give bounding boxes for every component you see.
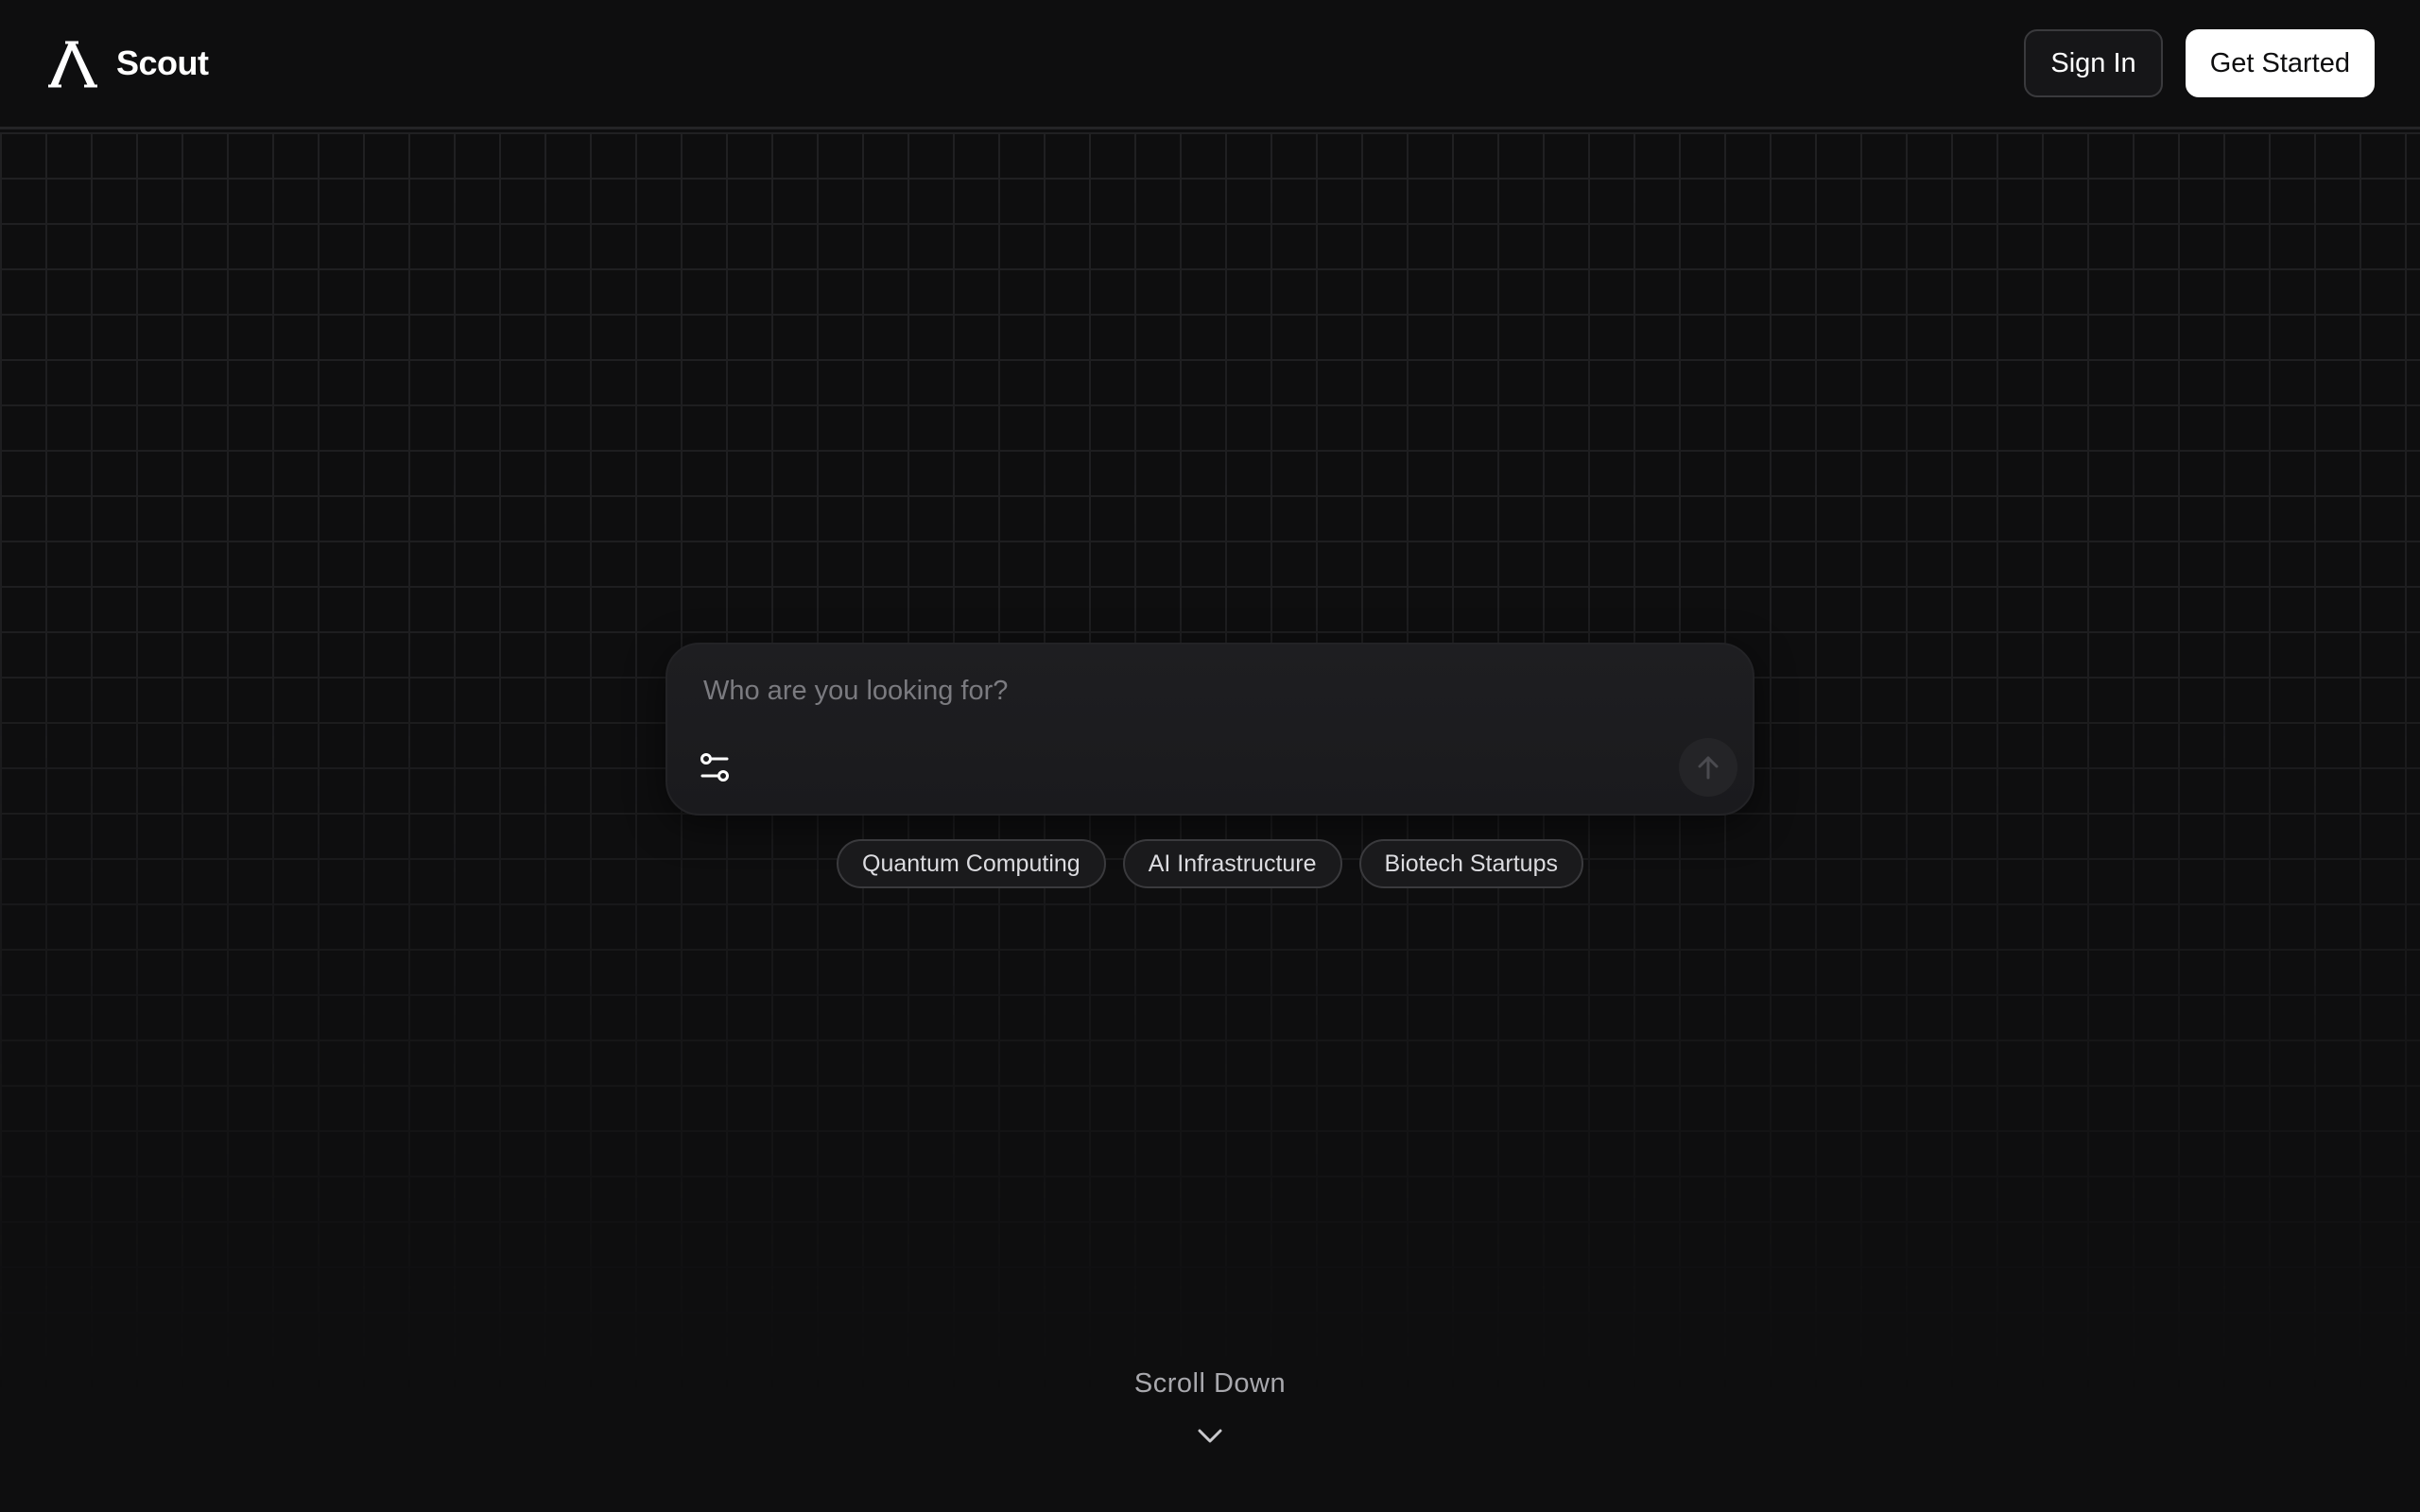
scroll-down-cue[interactable]: Scroll Down [0,1368,2420,1447]
lambda-logo-icon [48,41,97,88]
send-button[interactable] [1679,738,1737,797]
sliders-icon [700,753,729,782]
filter-button[interactable] [694,747,735,788]
chip-quantum-computing[interactable]: Quantum Computing [837,839,1106,888]
brand[interactable]: Scout [46,37,209,90]
brand-name: Scout [116,43,209,82]
search-input[interactable] [703,667,1705,714]
suggestion-chips: Quantum Computing AI Infrastructure Biot… [0,839,2420,888]
arrow-up-icon [1698,756,1719,780]
chip-biotech-startups[interactable]: Biotech Startups [1358,839,1583,888]
chip-ai-infrastructure[interactable]: AI Infrastructure [1122,839,1342,888]
chevron-down-icon [1198,1429,1222,1443]
search-box [666,643,1754,816]
header-actions: Sign In Get Started [2024,29,2375,97]
scroll-down-label: Scroll Down [1133,1368,1287,1399]
sign-in-button[interactable]: Sign In [2024,29,2163,97]
get-started-button[interactable]: Get Started [2185,29,2375,97]
top-navbar: Scout Sign In Get Started [0,0,2420,129]
